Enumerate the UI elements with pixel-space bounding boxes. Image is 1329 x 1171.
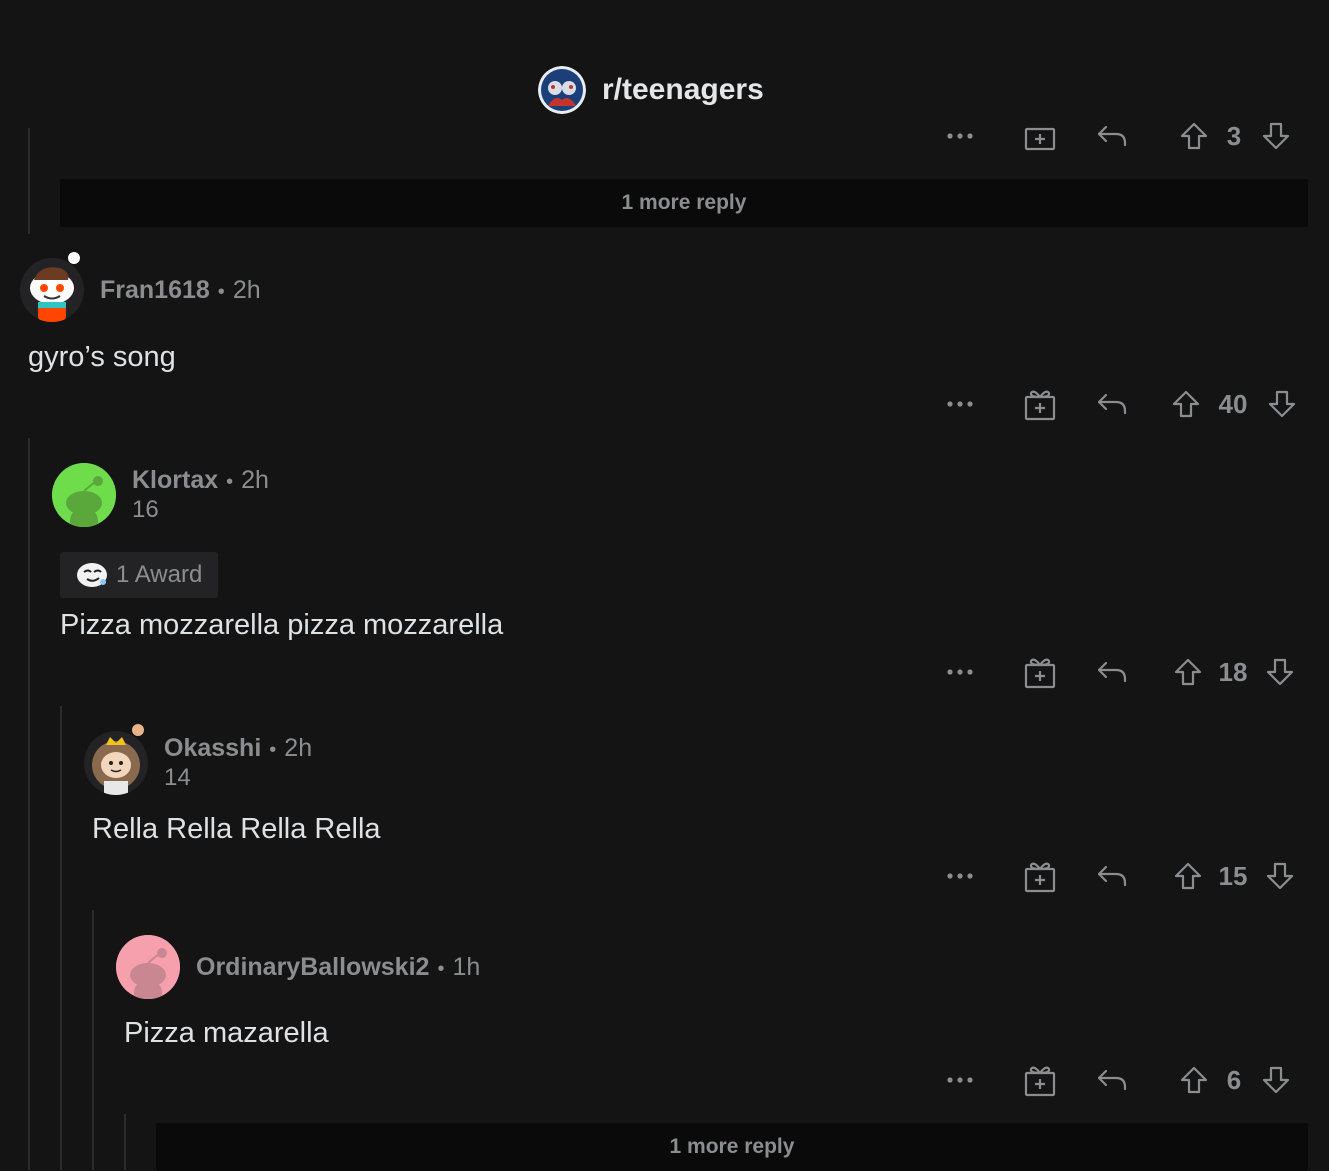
more-options-icon[interactable] xyxy=(940,856,980,896)
avatar[interactable] xyxy=(20,258,84,322)
avatar[interactable] xyxy=(52,463,116,527)
vote-count: 40 xyxy=(1218,389,1248,419)
vote-count: 18 xyxy=(1218,657,1248,687)
award-gift-icon[interactable] xyxy=(1020,116,1060,156)
award-gift-icon[interactable] xyxy=(1020,856,1060,896)
username[interactable]: Klortax xyxy=(132,466,218,494)
upvote-icon[interactable] xyxy=(1168,856,1208,896)
user-flair: 16 xyxy=(132,496,159,523)
thread-line[interactable] xyxy=(92,910,94,1170)
upvote-icon[interactable] xyxy=(1166,384,1206,424)
reply-icon[interactable] xyxy=(1092,116,1132,156)
subreddit-title[interactable]: r/teenagers xyxy=(602,73,764,107)
comment-meta: Fran1618 • 2h xyxy=(100,276,261,305)
user-flair: 14 xyxy=(164,764,191,791)
vote-count: 6 xyxy=(1226,1065,1242,1095)
comment-actions: 18 xyxy=(940,652,1310,692)
separator: • xyxy=(269,739,277,761)
reply-icon[interactable] xyxy=(1092,856,1132,896)
reply-icon[interactable] xyxy=(1092,384,1132,424)
downvote-icon[interactable] xyxy=(1260,856,1300,896)
timestamp: 1h xyxy=(452,953,481,981)
award-emoji-icon xyxy=(77,563,107,587)
username[interactable]: Fran1618 xyxy=(100,276,210,304)
more-replies-button[interactable]: 1 more reply xyxy=(60,179,1308,227)
avatar[interactable] xyxy=(84,731,148,795)
timestamp: 2h xyxy=(284,734,313,762)
comment-body: Pizza mozzarella pizza mozzarella xyxy=(60,609,504,641)
reply-icon[interactable] xyxy=(1092,652,1132,692)
comment-body: gyro’s song xyxy=(28,341,176,373)
comment-body: Rella Rella Rella Rella xyxy=(92,813,381,845)
comment-meta: OrdinaryBallowski2 • 1h xyxy=(196,953,480,982)
timestamp: 2h xyxy=(241,466,269,494)
username[interactable]: OrdinaryBallowski2 xyxy=(196,953,429,981)
award-gift-icon[interactable] xyxy=(1020,384,1060,424)
thread-line[interactable] xyxy=(28,438,30,1170)
comment-actions: 15 xyxy=(940,856,1310,896)
award-gift-icon[interactable] xyxy=(1020,652,1060,692)
more-options-icon[interactable] xyxy=(940,1060,980,1100)
subreddit-header[interactable]: r/teenagers xyxy=(538,66,764,114)
downvote-icon[interactable] xyxy=(1262,384,1302,424)
more-options-icon[interactable] xyxy=(940,384,980,424)
thread-line[interactable] xyxy=(28,128,30,234)
comment-actions: 3 xyxy=(940,116,1310,156)
downvote-icon[interactable] xyxy=(1260,652,1300,692)
downvote-icon[interactable] xyxy=(1256,116,1296,156)
upvote-icon[interactable] xyxy=(1168,652,1208,692)
online-dot xyxy=(68,252,80,264)
online-dot xyxy=(132,724,144,736)
thread-line[interactable] xyxy=(124,1114,126,1170)
upvote-icon[interactable] xyxy=(1174,116,1214,156)
separator: • xyxy=(226,471,234,493)
vote-count: 15 xyxy=(1218,861,1248,891)
award-label: 1 Award xyxy=(116,561,203,588)
subreddit-avatar-icon xyxy=(538,66,586,114)
username[interactable]: Okasshi xyxy=(164,734,261,762)
award-gift-icon[interactable] xyxy=(1020,1060,1060,1100)
comment-actions: 6 xyxy=(940,1060,1310,1100)
award-chip[interactable]: 1 Award xyxy=(60,552,219,598)
vote-count: 3 xyxy=(1226,121,1242,151)
separator: • xyxy=(437,958,445,980)
downvote-icon[interactable] xyxy=(1256,1060,1296,1100)
thread-line[interactable] xyxy=(60,706,62,1170)
reply-icon[interactable] xyxy=(1092,1060,1132,1100)
upvote-icon[interactable] xyxy=(1174,1060,1214,1100)
comment-meta: Klortax • 2h xyxy=(132,466,269,495)
more-options-icon[interactable] xyxy=(940,652,980,692)
separator: • xyxy=(217,281,225,303)
more-replies-button[interactable]: 1 more reply xyxy=(156,1123,1308,1171)
avatar[interactable] xyxy=(116,935,180,999)
comment-body: Pizza mazarella xyxy=(124,1017,329,1049)
comment-actions: 40 xyxy=(940,384,1310,424)
comment-meta: Okasshi • 2h xyxy=(164,734,312,763)
timestamp: 2h xyxy=(232,276,261,304)
more-options-icon[interactable] xyxy=(940,116,980,156)
